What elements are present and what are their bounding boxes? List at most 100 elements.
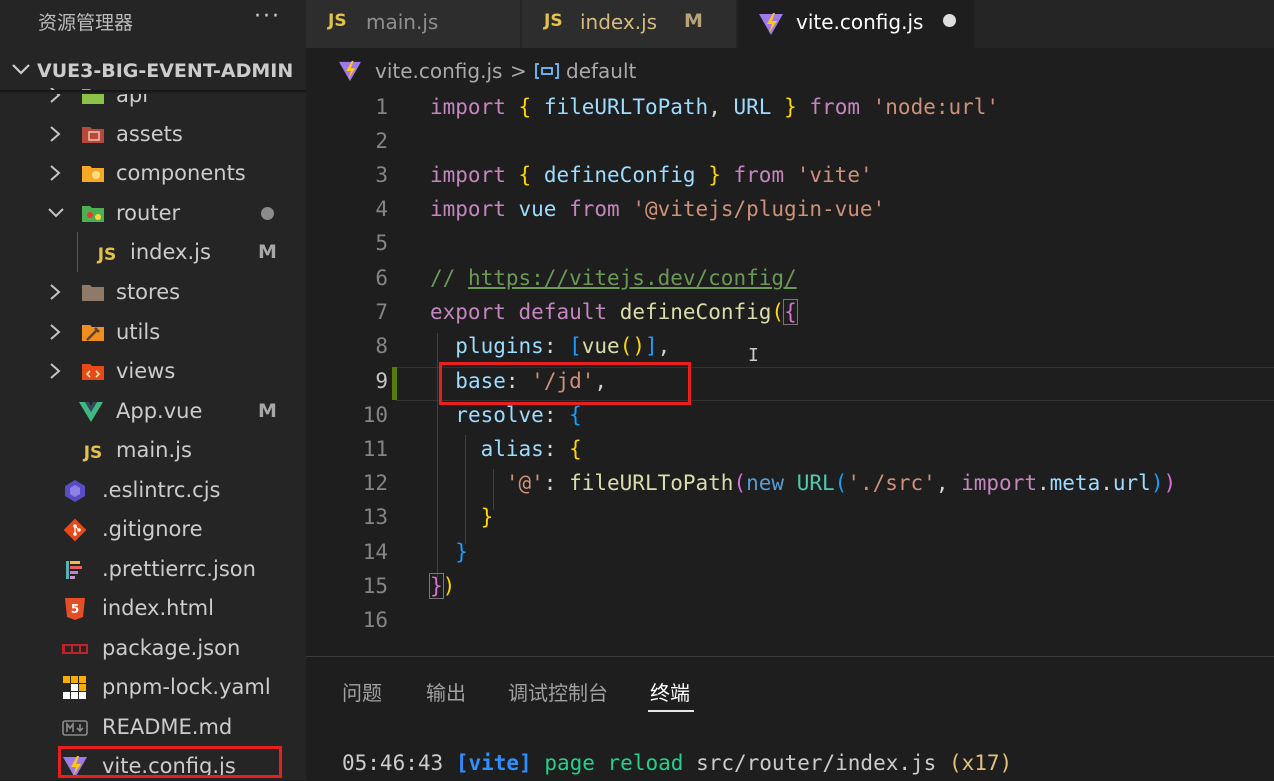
tree-item-router[interactable]: router bbox=[0, 194, 306, 233]
more-actions-icon[interactable]: ··· bbox=[254, 4, 281, 29]
tree-item-prettierrc[interactable]: .prettierrc.json bbox=[0, 550, 306, 589]
svg-text:5: 5 bbox=[71, 602, 79, 616]
explorer-sidebar: 资源管理器 ··· api VUE3-BIG-EVENT-ADMIN asset… bbox=[0, 0, 306, 780]
line-number: 16 bbox=[362, 608, 388, 632]
code-text: alias: { bbox=[480, 437, 582, 461]
code-text: import vue from '@vitejs/plugin-vue' bbox=[430, 197, 886, 221]
tree-item-label: README.md bbox=[102, 715, 233, 739]
unsaved-dot-icon[interactable] bbox=[943, 14, 956, 27]
highlight-box-base bbox=[439, 362, 691, 405]
editor-tab-bar: JS main.js JS index.js M vite.config.js bbox=[306, 0, 1274, 48]
code-text: import { defineConfig } from 'vite' bbox=[430, 163, 873, 187]
tree-item-app-vue[interactable]: App.vue M bbox=[0, 392, 306, 431]
tree-item-label: index.js bbox=[130, 240, 211, 264]
tree-item-label: views bbox=[116, 359, 176, 383]
line-number: 3 bbox=[375, 163, 388, 187]
code-text: export default defineConfig({ bbox=[430, 299, 798, 325]
panel-tab-terminal[interactable]: 终端 bbox=[650, 677, 690, 706]
eslint-icon bbox=[62, 479, 88, 503]
line-number: 1 bbox=[375, 95, 388, 119]
explorer-title: 资源管理器 bbox=[38, 12, 134, 34]
code-line-13: 13 } bbox=[306, 501, 1274, 535]
chevron-right-icon bbox=[48, 163, 62, 187]
tab-main-js[interactable]: JS main.js bbox=[306, 0, 520, 48]
code-line-16: 16 bbox=[306, 604, 1274, 638]
line-number: 11 bbox=[362, 437, 388, 461]
tree-item-eslintrc[interactable]: .eslintrc.cjs bbox=[0, 471, 306, 510]
code-line-3: 3 import { defineConfig } from 'vite' bbox=[306, 159, 1274, 193]
code-text: resolve: { bbox=[455, 403, 582, 427]
tree-item-label: .eslintrc.cjs bbox=[102, 478, 221, 502]
tree-item-gitignore[interactable]: .gitignore bbox=[0, 510, 306, 549]
folder-assets-icon bbox=[80, 123, 106, 147]
chevron-right-icon bbox=[48, 361, 62, 385]
code-text: // https://vitejs.dev/config/ bbox=[430, 266, 797, 290]
code-line-8: 8 plugins: [vue()], bbox=[306, 330, 1274, 364]
chevron-right-icon bbox=[48, 322, 62, 346]
tree-item-label: pnpm-lock.yaml bbox=[102, 675, 271, 699]
markdown-icon bbox=[62, 716, 88, 740]
code-text: } bbox=[480, 505, 494, 529]
tree-item-label: package.json bbox=[102, 636, 241, 660]
active-tab-underline bbox=[648, 710, 694, 712]
html5-icon: 5 bbox=[62, 597, 88, 621]
tree-item-label: components bbox=[116, 161, 246, 185]
folder-components-icon bbox=[80, 162, 106, 186]
line-number: 5 bbox=[375, 231, 388, 255]
js-file-icon: JS bbox=[544, 11, 563, 31]
line-number: 15 bbox=[362, 574, 388, 598]
tree-item-label: stores bbox=[116, 280, 181, 304]
git-icon bbox=[62, 518, 88, 542]
tree-item-label: router bbox=[116, 201, 181, 225]
tree-item-stores[interactable]: stores bbox=[0, 273, 306, 312]
code-line-4: 4 import vue from '@vitejs/plugin-vue' bbox=[306, 193, 1274, 227]
chevron-right-icon bbox=[48, 282, 62, 306]
code-text: plugins: [vue()], bbox=[455, 334, 671, 358]
vite-icon bbox=[338, 60, 362, 86]
code-line-7: 7 export default defineConfig({ bbox=[306, 296, 1274, 330]
git-modified-badge: M bbox=[258, 400, 277, 422]
tree-item-main-js[interactable]: JS main.js bbox=[0, 431, 306, 470]
tree-item-assets[interactable]: assets bbox=[0, 115, 306, 154]
line-number: 10 bbox=[362, 403, 388, 427]
tree-item-components[interactable]: components bbox=[0, 154, 306, 193]
breadcrumb-separator: > bbox=[510, 59, 527, 83]
text-cursor-icon: I bbox=[748, 345, 759, 366]
project-name: VUE3-BIG-EVENT-ADMIN bbox=[37, 60, 294, 82]
tree-item-readme[interactable]: README.md bbox=[0, 708, 306, 747]
comment-link[interactable]: https://vitejs.dev/config/ bbox=[468, 266, 797, 290]
tree-item-label: .gitignore bbox=[102, 517, 203, 541]
tab-label: main.js bbox=[366, 10, 439, 34]
js-file-icon: JS bbox=[328, 11, 347, 31]
tree-item-utils[interactable]: utils bbox=[0, 313, 306, 352]
breadcrumb-symbol[interactable]: default bbox=[566, 59, 636, 83]
code-text: } bbox=[455, 540, 468, 564]
tree-item-pnpm-lock[interactable]: pnpm-lock.yaml bbox=[0, 668, 306, 707]
tab-index-js[interactable]: JS index.js M bbox=[522, 0, 736, 48]
line-number: 7 bbox=[375, 300, 388, 324]
breadcrumb-file[interactable]: vite.config.js bbox=[375, 59, 502, 83]
line-number: 13 bbox=[362, 505, 388, 529]
tree-item-index-html[interactable]: 5 index.html bbox=[0, 589, 306, 628]
project-header[interactable]: VUE3-BIG-EVENT-ADMIN bbox=[0, 54, 306, 88]
terminal-output-line[interactable]: 05:46:43 [vite] page reload src/router/i… bbox=[342, 751, 1012, 775]
line-number: 9 bbox=[375, 369, 388, 393]
folder-views-icon bbox=[80, 360, 106, 384]
panel-tab-problems[interactable]: 问题 bbox=[342, 677, 382, 706]
bottom-panel: 问题 输出 调试控制台 终端 05:46:43 [vite] page relo… bbox=[306, 656, 1274, 781]
tree-item-router-index-js[interactable]: JS index.js M bbox=[0, 233, 306, 272]
tree-item-views[interactable]: views bbox=[0, 352, 306, 391]
panel-tab-output[interactable]: 输出 bbox=[426, 677, 466, 706]
chevron-down-icon bbox=[46, 203, 66, 227]
chevron-right-icon bbox=[48, 124, 62, 148]
panel-tab-debug-console[interactable]: 调试控制台 bbox=[508, 677, 608, 706]
tab-vite-config[interactable]: vite.config.js bbox=[738, 0, 974, 48]
code-line-1: 1 import { fileURLToPath, URL } from 'no… bbox=[306, 91, 1274, 125]
tree-item-package-json[interactable]: package.json bbox=[0, 629, 306, 668]
symbol-variable-icon bbox=[534, 62, 560, 84]
code-line-14: 14 } bbox=[306, 536, 1274, 570]
tree-item-label: .prettierrc.json bbox=[102, 557, 256, 581]
breadcrumb: vite.config.js > default bbox=[306, 50, 1274, 90]
tree-item-label: main.js bbox=[116, 438, 192, 462]
js-file-icon: JS bbox=[97, 245, 117, 265]
